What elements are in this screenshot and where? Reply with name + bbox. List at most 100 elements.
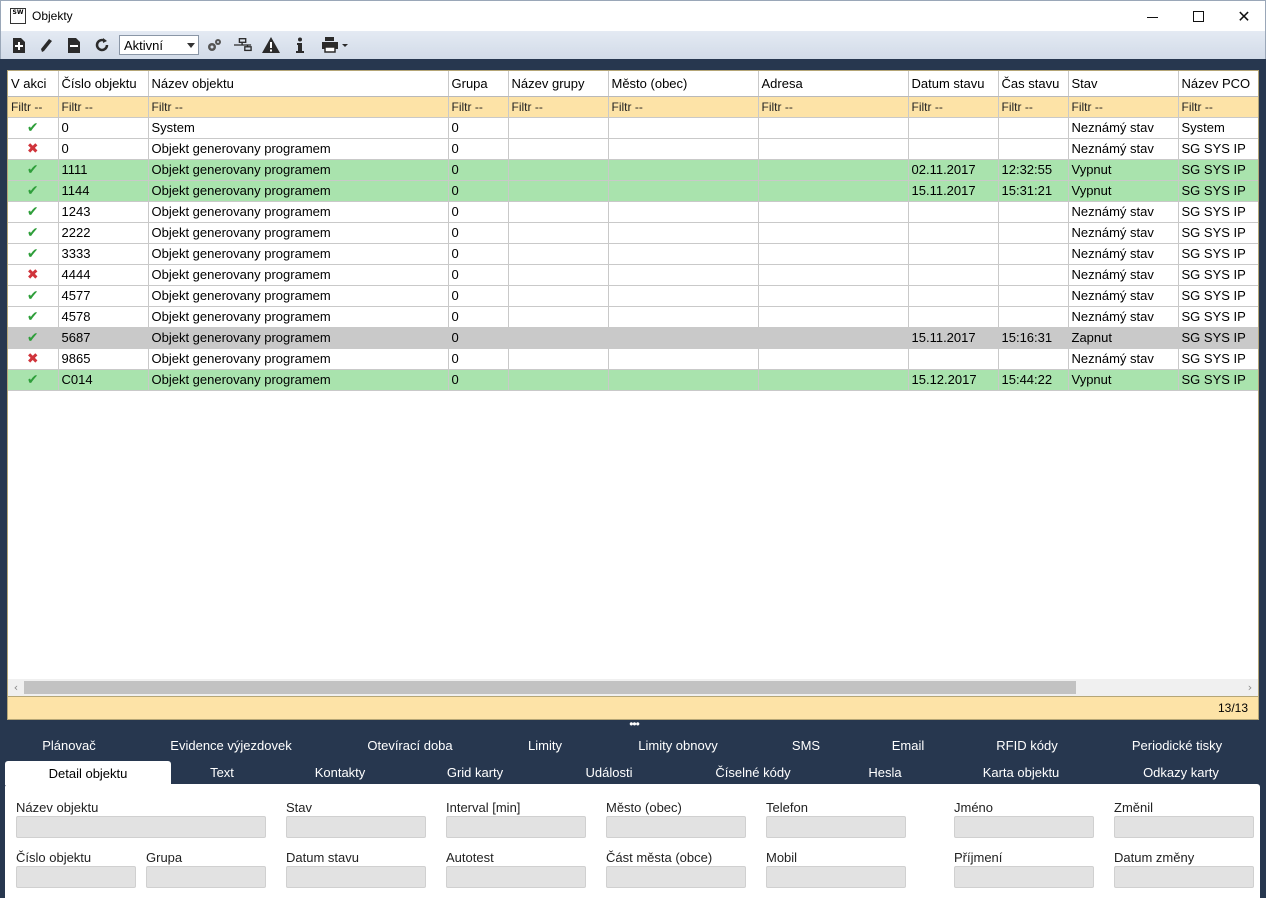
column-header[interactable]: Adresa [758, 71, 909, 97]
field-grupa[interactable] [146, 866, 266, 888]
table-row[interactable]: ✔ 4577 Objekt generovany programem 0 Neznámý… [8, 285, 1258, 307]
tab-sms[interactable]: SMS [776, 734, 836, 756]
scrollbar-thumb[interactable] [24, 681, 1076, 694]
check-icon: ✔ [8, 159, 59, 181]
table-row[interactable]: ✔ 1111 Objekt generovany programem 0 02.11.2… [8, 159, 1258, 181]
cell-group: 0 [448, 138, 509, 160]
field-nazev-objektu[interactable] [16, 816, 266, 838]
tab-periodicke-tisky[interactable]: Periodické tisky [1112, 734, 1242, 756]
tab-evidence-vyjezdovek[interactable]: Evidence výjezdovek [160, 734, 302, 756]
cell-date: 02.11.2017 [908, 159, 999, 181]
field-mobil[interactable] [766, 866, 906, 888]
column-filter[interactable]: Filtr -- [908, 96, 999, 118]
tab-grid-karty[interactable]: Grid karty [425, 761, 525, 783]
column-filter[interactable]: Filtr -- [1068, 96, 1179, 118]
tab-text[interactable]: Text [190, 761, 254, 783]
field-datum-zmeny[interactable] [1114, 866, 1254, 888]
table-row[interactable]: ✔ 2222 Objekt generovany programem 0 Neznámý… [8, 222, 1258, 244]
field-jmeno[interactable] [954, 816, 1094, 838]
refresh-button[interactable] [93, 36, 111, 54]
cell-date [908, 285, 999, 307]
column-filter[interactable]: Filtr -- [998, 96, 1069, 118]
column-filter[interactable]: Filtr -- [758, 96, 909, 118]
column-filter[interactable]: Filtr -- [448, 96, 509, 118]
cell-date: 15.12.2017 [908, 369, 999, 391]
column-header[interactable]: Čas stavu [998, 71, 1069, 97]
tab-rfid-kody[interactable]: RFID kódy [980, 734, 1074, 756]
tab-odkazy-karty[interactable]: Odkazy karty [1124, 761, 1238, 783]
column-header[interactable]: Datum stavu [908, 71, 999, 97]
tab-hesla[interactable]: Hesla [852, 761, 918, 783]
tab-planovac[interactable]: Plánovač [20, 734, 118, 756]
minimize-button[interactable] [1129, 1, 1175, 31]
column-filter[interactable]: Filtr -- [1178, 96, 1258, 118]
column-filter[interactable]: Filtr -- [8, 96, 59, 118]
delete-button[interactable] [65, 36, 83, 54]
table-row[interactable]: ✖ 9865 Objekt generovany programem 0 Neznámý… [8, 348, 1258, 370]
tab-limity-obnovy[interactable]: Limity obnovy [620, 734, 736, 756]
splitter-handle[interactable]: ••• [624, 718, 644, 730]
table-row[interactable]: ✔ C014 Objekt generovany programem 0 15.12.2… [8, 369, 1258, 391]
cell-state: Vypnut [1068, 159, 1179, 181]
column-filter[interactable]: Filtr -- [58, 96, 149, 118]
field-zmenil[interactable] [1114, 816, 1254, 838]
field-mesto[interactable] [606, 816, 746, 838]
column-header[interactable]: Název PCO [1178, 71, 1258, 97]
tab-limity[interactable]: Limity [510, 734, 580, 756]
tab-ciselne-kody[interactable]: Číselné kódy [698, 761, 808, 783]
cell-state: Neznámý stav [1068, 138, 1179, 160]
cell-time: 15:31:21 [998, 180, 1069, 202]
column-header[interactable]: Stav [1068, 71, 1179, 97]
add-button[interactable] [10, 36, 28, 54]
field-stav[interactable] [286, 816, 426, 838]
tab-kontakty[interactable]: Kontakty [295, 761, 385, 783]
table-row[interactable]: ✔ 4578 Objekt generovany programem 0 Neznámý… [8, 306, 1258, 328]
settings-button[interactable] [205, 36, 223, 54]
column-filter[interactable]: Filtr -- [148, 96, 449, 118]
column-header[interactable]: Název grupy [508, 71, 609, 97]
warning-button[interactable] [262, 36, 280, 54]
cell-time: 15:44:22 [998, 369, 1069, 391]
table-row[interactable]: ✔ 3333 Objekt generovany programem 0 Neznámý… [8, 243, 1258, 265]
horizontal-scrollbar[interactable]: ‹ › [8, 679, 1258, 696]
tree-button[interactable] [234, 36, 252, 54]
cell-city [608, 138, 759, 160]
info-button[interactable] [291, 36, 309, 54]
label-autotest: Autotest [446, 850, 494, 865]
column-header[interactable]: Grupa [448, 71, 509, 97]
column-header[interactable]: V akci [8, 71, 59, 97]
scroll-right-icon[interactable]: › [1242, 679, 1258, 696]
field-cast-mesta[interactable] [606, 866, 746, 888]
label-interval: Interval [min] [446, 800, 521, 815]
column-header[interactable]: Číslo objektu [58, 71, 149, 97]
table-row[interactable]: ✔ 1243 Objekt generovany programem 0 Neznámý… [8, 201, 1258, 223]
close-button[interactable]: ✕ [1221, 1, 1266, 31]
field-prijmeni[interactable] [954, 866, 1094, 888]
column-filter[interactable]: Filtr -- [608, 96, 759, 118]
table-row[interactable]: ✔ 5687 Objekt generovany programem 0 15.11.2… [8, 327, 1258, 349]
field-interval[interactable] [446, 816, 586, 838]
maximize-button[interactable] [1175, 1, 1221, 31]
edit-button[interactable] [37, 36, 55, 54]
scroll-left-icon[interactable]: ‹ [8, 679, 24, 696]
status-filter-select[interactable]: Aktivní [119, 35, 199, 55]
tab-karta-objektu[interactable]: Karta objektu [962, 761, 1080, 783]
column-header[interactable]: Název objektu [148, 71, 449, 97]
column-header[interactable]: Město (obec) [608, 71, 759, 97]
field-autotest[interactable] [446, 866, 586, 888]
tab-email[interactable]: Email [876, 734, 940, 756]
print-button[interactable] [319, 36, 351, 54]
field-datum-stavu[interactable] [286, 866, 426, 888]
cell-pco: SG SYS IP [1178, 264, 1258, 286]
table-row[interactable]: ✖ 0 Objekt generovany programem 0 Neznámý st… [8, 138, 1258, 160]
table-row[interactable]: ✖ 4444 Objekt generovany programem 0 Neznámý… [8, 264, 1258, 286]
field-telefon[interactable] [766, 816, 906, 838]
field-cislo-objektu[interactable] [16, 866, 136, 888]
cell-group: 0 [448, 264, 509, 286]
tab-udalosti[interactable]: Události [565, 761, 653, 783]
tab-detail-objektu[interactable]: Detail objektu [5, 761, 171, 785]
column-filter[interactable]: Filtr -- [508, 96, 609, 118]
tab-oteviraci-doba[interactable]: Otevírací doba [355, 734, 465, 756]
table-row[interactable]: ✔ 1144 Objekt generovany programem 0 15.11.2… [8, 180, 1258, 202]
table-row[interactable]: ✔ 0 System 0 Neznámý stav System [8, 117, 1258, 139]
